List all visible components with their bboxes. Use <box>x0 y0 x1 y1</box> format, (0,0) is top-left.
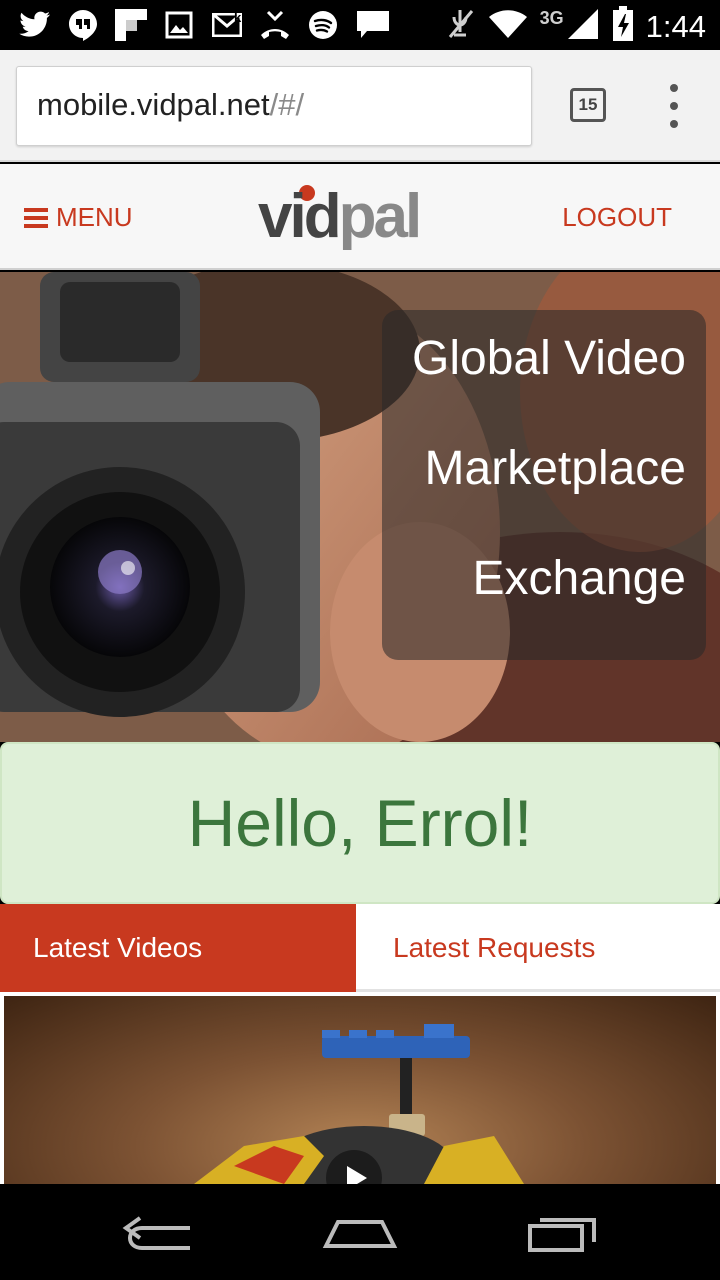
greeting-text: Hello, Errol! <box>187 786 533 860</box>
url-path: /#/ <box>269 87 305 122</box>
tagline-line-1: Global Video <box>412 332 686 385</box>
hangouts-icon <box>66 8 100 42</box>
url-host: mobile.vidpal.net <box>37 87 270 122</box>
browser-toolbar: mobile.vidpal.net/#/ 15 <box>0 50 720 162</box>
tab-latest-requests[interactable]: Latest Requests <box>356 904 720 992</box>
address-bar[interactable]: mobile.vidpal.net/#/ <box>16 66 532 146</box>
tab-latest-videos[interactable]: Latest Videos <box>0 904 356 992</box>
home-icon[interactable] <box>320 1208 400 1256</box>
missed-call-icon <box>258 8 292 42</box>
wifi-icon <box>488 8 528 45</box>
hero-banner: Global Video Marketplace Exchange <box>0 272 720 742</box>
network-type-label: 3G <box>539 8 564 28</box>
flipboard-icon <box>114 8 148 42</box>
recents-icon[interactable] <box>522 1208 602 1256</box>
signal-icon <box>566 7 600 46</box>
svg-text:vidpal: vidpal <box>258 182 419 251</box>
back-icon[interactable] <box>120 1208 200 1256</box>
kik-label: kik· <box>234 10 257 25</box>
status-bar: kik· 3G 1:44 <box>0 0 720 50</box>
tagline-line-3: Exchange <box>472 552 687 605</box>
tab-switcher-button[interactable]: 15 <box>570 88 606 122</box>
greeting-alert: Hello, Errol! <box>0 742 720 904</box>
video-list <box>0 992 720 1184</box>
clock: 1:44 <box>645 8 706 44</box>
menu-label: MENU <box>56 202 133 232</box>
tagline-line-2: Marketplace <box>424 442 686 495</box>
system-nav-bar <box>0 1184 720 1280</box>
url-text[interactable]: mobile.vidpal.net/#/ <box>37 87 304 123</box>
content-tabs: Latest Videos Latest Requests <box>0 904 720 992</box>
kik-icon: kik· <box>234 8 392 42</box>
mute-icon <box>446 7 476 46</box>
spotify-icon <box>306 8 340 42</box>
video-thumbnail[interactable] <box>4 996 716 1184</box>
tagline-panel: Global Video Marketplace Exchange <box>382 310 706 660</box>
battery-icon <box>612 6 634 47</box>
menu-button[interactable]: MENU <box>24 202 133 233</box>
notification-icons: kik· <box>18 8 392 42</box>
image-icon <box>162 8 196 42</box>
vidpal-logo[interactable]: vidpal <box>258 182 468 256</box>
hamburger-icon <box>24 207 48 228</box>
logout-button[interactable]: LOGOUT <box>562 202 672 233</box>
overflow-menu-icon[interactable] <box>664 84 684 128</box>
lego-helicopter-image <box>194 1024 524 1184</box>
twitter-icon <box>18 8 52 42</box>
site-header: MENU vidpal LOGOUT <box>0 164 720 270</box>
